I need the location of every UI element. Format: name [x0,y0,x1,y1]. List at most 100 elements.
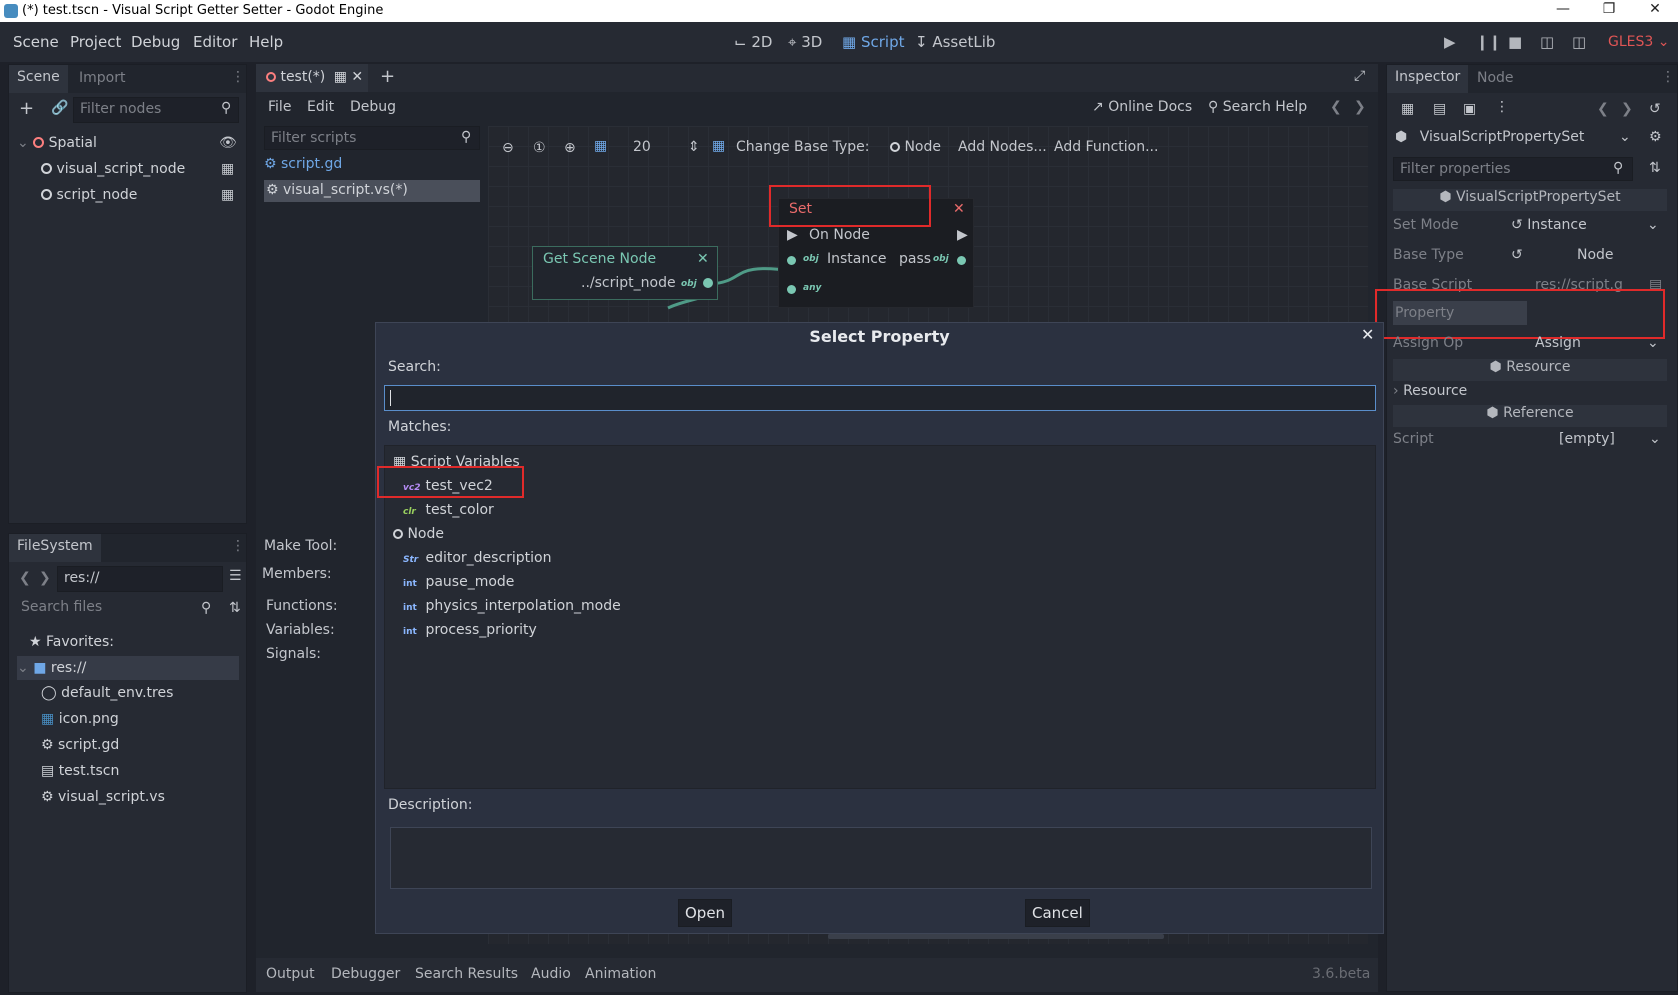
menu-project[interactable]: Project [70,33,121,51]
menu-edit[interactable]: Edit [307,99,334,115]
match-test-color[interactable]: clr test_color [403,502,494,518]
script-item-script-gd[interactable]: ⚙ script.gd [264,156,342,172]
match-process-priority[interactable]: int process_priority [403,622,537,638]
workspace-3d-button[interactable]: ⌖ 3D [788,33,822,51]
script-attached-icon[interactable]: ▦ [221,161,234,177]
menu-file[interactable]: File [268,99,291,115]
visibility-eye-icon[interactable]: 👁 [219,135,237,151]
revert-icon[interactable]: ↺ [1511,217,1523,233]
sequence-in-icon[interactable]: ▶ [787,227,798,243]
workspace-2d-button[interactable]: ⌙ 2D [734,33,772,51]
open-button[interactable]: Open [678,899,733,927]
add-node-icon[interactable]: + [19,98,34,119]
split-view-icon[interactable]: ☰ [229,568,242,584]
file-icon-png[interactable]: ▦ icon.png [41,711,119,727]
tree-item-script-node[interactable]: script_node [41,187,137,203]
maximize-icon[interactable]: ❐ [1586,1,1632,21]
cancel-button[interactable]: Cancel [1025,899,1090,927]
menu-debug-script[interactable]: Debug [350,99,396,115]
history-back-icon[interactable]: ❮ [1597,101,1609,117]
open-folder-icon[interactable]: ▤ [1433,101,1446,117]
filter-nodes-input[interactable]: Filter nodes [73,97,239,123]
close-icon[interactable]: ✕ [1361,325,1374,344]
get-scene-node[interactable]: Get Scene Node ✕ ../script_node obj [532,246,718,300]
tree-item-visual-script-node[interactable]: visual_script_node [41,161,185,177]
save-icon[interactable]: ▣ [1463,101,1476,117]
output-port[interactable] [703,278,713,288]
close-icon[interactable]: ✕ [697,251,709,267]
history-forward-icon[interactable]: ❯ [1621,101,1633,117]
tab-animation[interactable]: Animation [585,966,656,982]
path-field[interactable]: res:// [57,566,223,592]
pause-icon[interactable]: ❙❙ [1476,33,1501,51]
property-options-icon[interactable]: ⇅ [1649,160,1661,176]
pass-out-port[interactable] [957,256,966,265]
dock-menu-icon[interactable]: ⋮ [1661,69,1675,85]
minimize-icon[interactable]: — [1540,1,1586,21]
resource-header[interactable]: ⬢ Resource [1393,359,1667,381]
dock-menu-icon[interactable]: ⋮ [231,538,245,554]
history-back-icon[interactable]: ❮ [1330,99,1342,115]
search-files-input[interactable]: Search files [15,596,221,622]
favorites-item[interactable]: ★ Favorites: [29,634,114,650]
prop-set-mode-value[interactable]: ↺ Instance ⌄ [1511,217,1661,233]
renderer-selector[interactable]: GLES3 ⌄ [1608,34,1669,50]
tab-node[interactable]: Node [1477,70,1514,86]
script-attached-icon[interactable]: ▦ [221,187,234,203]
workspace-script-button[interactable]: ▦ Script [842,33,904,51]
tab-audio[interactable]: Audio [531,966,571,982]
dock-menu-icon[interactable]: ⋮ [231,69,245,85]
file-visual-script-vs[interactable]: ⚙ visual_script.vs [41,789,165,805]
tree-item-spatial[interactable]: ⌄ Spatial [17,135,97,151]
close-icon[interactable]: ✕ [953,201,965,217]
tab-filesystem[interactable]: FileSystem [9,534,101,562]
match-physics-interpolation-mode[interactable]: int physics_interpolation_mode [403,598,621,614]
file-test-tscn[interactable]: ▤ test.tscn [41,763,119,779]
add-tab-icon[interactable]: + [380,66,395,87]
link-icon[interactable]: 🔗 [51,100,68,116]
tab-import[interactable]: Import [79,70,125,86]
play-scene-icon[interactable]: ◫ [1540,33,1554,51]
play-custom-scene-icon[interactable]: ◫ [1572,33,1586,51]
close-window-icon[interactable]: ✕ [1632,1,1678,21]
group-node[interactable]: Node [393,526,444,542]
folder-res-item[interactable]: ⌄ ■ res:// [17,656,239,680]
instance-in-port[interactable] [787,256,796,265]
tab-debugger[interactable]: Debugger [331,966,400,982]
distraction-free-icon[interactable]: ⤢ [1354,68,1365,84]
sort-icon[interactable]: ⇅ [229,600,241,616]
prop-script-value[interactable]: [empty] ⌄ [1527,431,1665,447]
search-input[interactable] [384,385,1376,411]
match-pause-mode[interactable]: int pause_mode [403,574,514,590]
online-docs-button[interactable]: ↗ Online Docs [1092,99,1192,115]
menu-debug[interactable]: Debug [131,33,180,51]
more-options-icon[interactable]: ⋮ [1495,99,1509,115]
horizontal-scrollbar[interactable] [828,934,1164,939]
match-editor-description[interactable]: Str editor_description [403,550,552,566]
resource-subsection[interactable]: › Resource [1393,383,1467,399]
back-arrow-icon[interactable]: ❮ [19,570,31,586]
stop-icon[interactable]: ■ [1508,33,1522,51]
sequence-out-icon[interactable]: ▶ [957,227,968,243]
scene-tab-test[interactable]: test(*) ▦ ✕ [256,64,368,92]
value-in-port[interactable] [787,285,796,294]
reference-header[interactable]: ⬢ Reference [1393,405,1667,427]
prop-base-type-value[interactable]: Node [1577,247,1614,263]
tab-search-results[interactable]: Search Results [415,966,518,982]
object-properties-icon[interactable]: ⚙ [1649,129,1662,145]
file-script-gd[interactable]: ⚙ script.gd [41,737,119,753]
workspace-assetlib-button[interactable]: ↧ AssetLib [915,33,995,51]
tab-inspector[interactable]: Inspector [1387,65,1469,93]
filter-scripts-input[interactable]: Filter scripts [264,126,480,150]
menu-scene[interactable]: Scene [13,33,59,51]
tab-output[interactable]: Output [266,966,315,982]
play-icon[interactable]: ▶ [1444,33,1456,51]
object-history-icon[interactable]: ↺ [1649,101,1661,117]
set-node[interactable]: Set ✕ ▶ On Node ▶ obj Instance pass obj … [769,185,974,308]
prop-assign-op-value[interactable]: Assign ⌄ [1535,335,1665,351]
tab-scene[interactable]: Scene [9,65,68,93]
object-selector[interactable]: ⬢ VisualScriptPropertySet ⌄ [1393,127,1643,151]
class-header[interactable]: ⬢ VisualScriptPropertySet [1393,189,1667,211]
script-item-visual-script[interactable]: ⚙ visual_script.vs(*) [264,180,480,202]
menu-editor[interactable]: Editor [193,33,237,51]
